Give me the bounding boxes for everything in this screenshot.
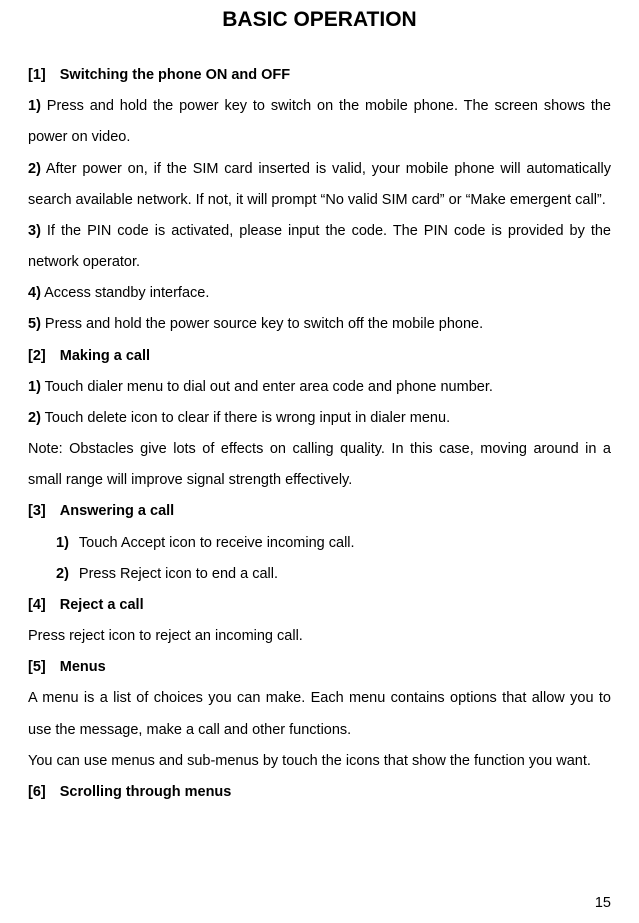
s2-note: Note: Obstacles give lots of effects on …	[28, 434, 611, 496]
s1-item-2: 2) After power on, if the SIM card inser…	[28, 154, 611, 216]
section-num: [6]	[28, 784, 46, 800]
page-number: 15	[595, 895, 611, 911]
section-1-header: [1] Switching the phone ON and OFF	[28, 60, 611, 91]
item-text: Touch delete icon to clear if there is w…	[41, 410, 450, 426]
section-2-header: [2] Making a call	[28, 341, 611, 372]
s3-item-2: 2) Press Reject icon to end a call.	[28, 559, 611, 590]
item-bullet: 2)	[28, 161, 41, 177]
section-head: Making a call	[60, 348, 150, 364]
s5-p2: You can use menus and sub-menus by touch…	[28, 746, 611, 777]
section-head: Scrolling through menus	[60, 784, 232, 800]
item-bullet: 1)	[56, 535, 69, 551]
section-head: Answering a call	[60, 503, 174, 519]
s2-item-1: 1) Touch dialer menu to dial out and ent…	[28, 372, 611, 403]
item-text: After power on, if the SIM card inserted…	[28, 161, 611, 208]
item-bullet: 4)	[28, 285, 41, 301]
item-bullet: 2)	[56, 566, 69, 582]
s5-p1: A menu is a list of choices you can make…	[28, 683, 611, 745]
item-text: If the PIN code is activated, please inp…	[28, 223, 611, 270]
s4-body: Press reject icon to reject an incoming …	[28, 621, 611, 652]
section-head: Menus	[60, 659, 106, 675]
section-num: [1]	[28, 67, 46, 83]
item-text: Access standby interface.	[41, 285, 209, 301]
section-num: [4]	[28, 597, 46, 613]
s1-item-1: 1) Press and hold the power key to switc…	[28, 91, 611, 153]
section-head: Reject a call	[60, 597, 144, 613]
section-5-header: [5] Menus	[28, 652, 611, 683]
item-text: Press and hold the power key to switch o…	[28, 98, 611, 145]
section-4-header: [4] Reject a call	[28, 590, 611, 621]
item-bullet: 5)	[28, 316, 41, 332]
page-title: BASIC OPERATION	[28, 8, 611, 32]
item-bullet: 2)	[28, 410, 41, 426]
section-num: [5]	[28, 659, 46, 675]
s1-item-5: 5) Press and hold the power source key t…	[28, 309, 611, 340]
s3-item-1: 1) Touch Accept icon to receive incoming …	[28, 528, 611, 559]
section-3-header: [3] Answering a call	[28, 496, 611, 527]
section-6-header: [6] Scrolling through menus	[28, 777, 611, 808]
item-bullet: 3)	[28, 223, 41, 239]
section-num: [2]	[28, 348, 46, 364]
s1-item-4: 4) Access standby interface.	[28, 278, 611, 309]
section-head: Switching the phone ON and OFF	[60, 67, 290, 83]
item-text: Press Reject icon to end a call.	[79, 566, 278, 582]
item-bullet: 1)	[28, 379, 41, 395]
item-bullet: 1)	[28, 98, 41, 114]
s2-item-2: 2) Touch delete icon to clear if there i…	[28, 403, 611, 434]
item-text: Touch Accept icon to receive incoming ca…	[79, 535, 355, 551]
s1-item-3: 3) If the PIN code is activated, please …	[28, 216, 611, 278]
item-text: Press and hold the power source key to s…	[41, 316, 483, 332]
item-text: Touch dialer menu to dial out and enter …	[41, 379, 493, 395]
section-num: [3]	[28, 503, 46, 519]
